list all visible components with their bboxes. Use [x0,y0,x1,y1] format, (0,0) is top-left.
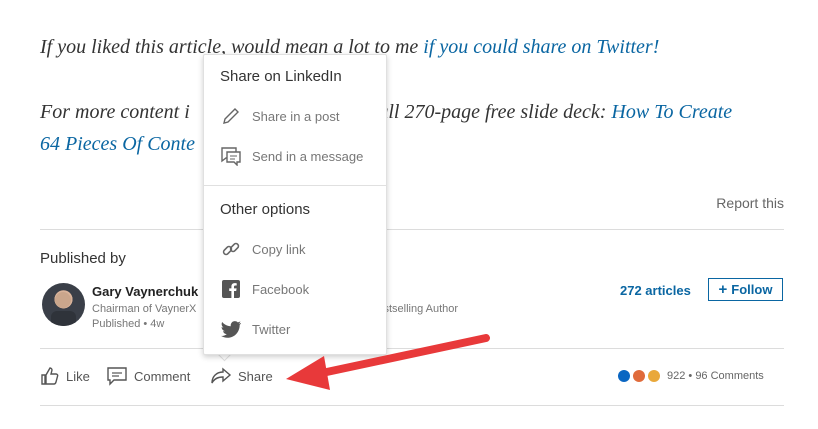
annotation-arrow [286,334,490,390]
